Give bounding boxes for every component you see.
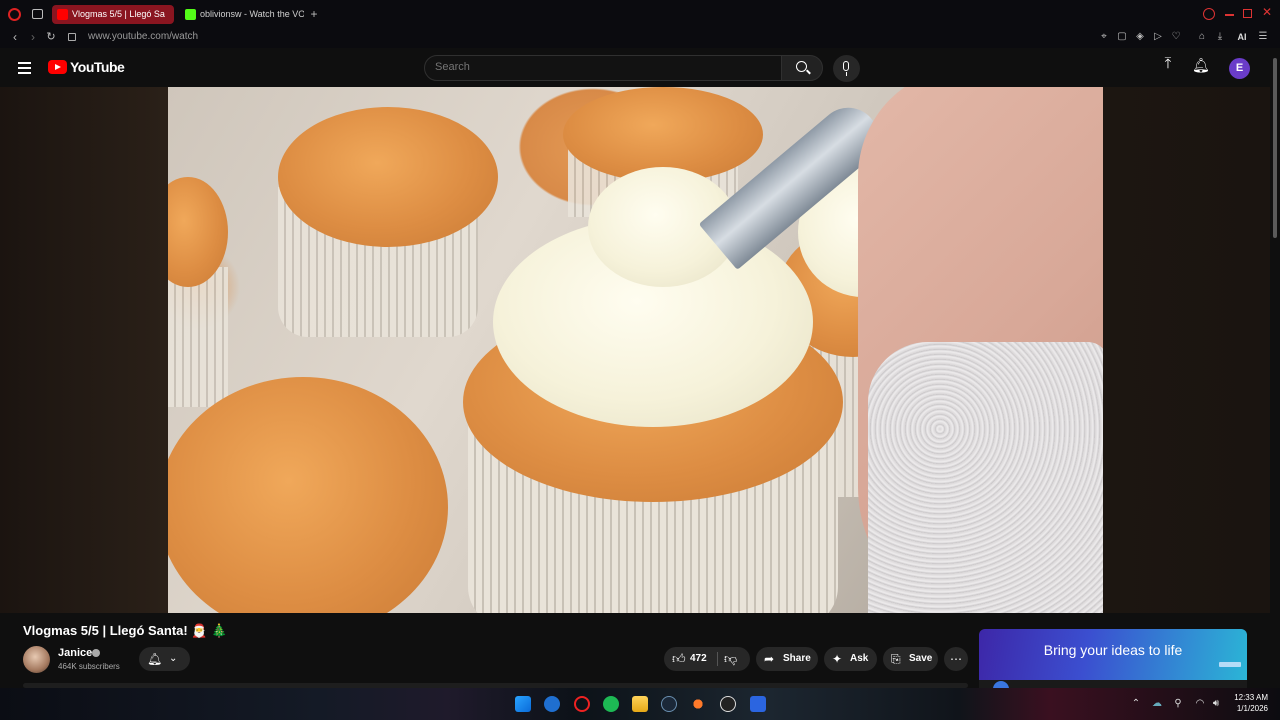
share-button[interactable]: ➦ Share [756,647,818,671]
browser-tab-strip: Vlogmas 5/5 | Llegó Sa oblivionsw - Watc… [0,0,1280,28]
subscriber-count: 464K subscribers [58,662,120,671]
kick-favicon-icon [185,9,196,20]
scrollbar-thumb[interactable] [1273,58,1277,238]
bell-icon: 🔔︎ [147,652,163,666]
tab-oblivionsw[interactable]: oblivionsw - Watch the VO [180,5,304,24]
ask-button[interactable]: ✦ Ask [824,647,877,671]
address-url[interactable]: www.youtube.com/watch [88,31,198,42]
tab-vlogmas-label: Vlogmas 5/5 | Llegó Sa [72,9,165,19]
like-button[interactable]: 👍︎ [672,647,686,671]
save-button[interactable]: ⎘ Save [883,647,938,671]
like-dislike-group: 👍︎ 472 👎︎ [664,647,750,671]
ad-text: Bring your ideas to life [1043,642,1183,658]
video-title: Vlogmas 5/5 | Llegó Santa! 🎅 🎄 [23,623,228,638]
wifi-icon[interactable]: ◠ [1194,698,1206,710]
shield-icon[interactable]: ◈ [1135,31,1145,43]
pin-icon[interactable]: ⌖ [1099,31,1109,43]
taskbar-clock-date[interactable]: 1/1/2026 [1226,704,1268,713]
maximize-icon[interactable] [1243,9,1252,18]
cupcake-top [168,377,448,613]
create-upload-icon[interactable]: ⤒ [1160,56,1176,71]
voice-search-button[interactable] [833,55,860,82]
steam-icon[interactable] [661,696,677,712]
back-icon[interactable]: ‹ [9,31,21,43]
player-icon[interactable]: ▷ [1153,31,1163,43]
taskbar-clock-time[interactable]: 12:33 AM [1226,693,1268,702]
bookmark-icon: ⎘ [891,652,901,666]
more-horizontal-icon: ⋯ [950,652,962,666]
opera-logo-icon[interactable] [8,8,21,21]
github-icon[interactable] [720,696,736,712]
cupcake-liner [168,267,228,407]
opera-taskbar-icon[interactable] [574,696,590,712]
account-avatar[interactable]: E [1229,58,1250,79]
download-icon[interactable]: ⤓ [1215,31,1225,43]
ask-label: Ask [850,653,869,664]
tray-cloud-icon[interactable]: ☁ [1151,698,1163,710]
page-scrollbar[interactable] [1270,48,1280,688]
notifications-subscribe-button[interactable]: 🔔︎ ⌄ [139,647,190,671]
dislike-button[interactable]: 👎︎ [724,647,737,671]
towel [868,342,1103,613]
share-icon: ➦ [764,652,775,666]
search-box[interactable] [424,55,782,81]
like-count[interactable]: 472 [690,647,707,671]
notifications-bell-icon[interactable]: 🔔︎ [1192,58,1210,72]
video-frame-cupcakes[interactable] [168,87,1103,613]
heart-icon[interactable]: ♡ [1171,31,1181,43]
forward-icon[interactable]: › [27,31,39,43]
app-orange-icon[interactable] [690,696,706,712]
sparkle-icon: ✦ [832,652,843,666]
search-tabs-icon[interactable] [1203,8,1215,20]
youtube-favicon-icon [57,9,68,20]
verified-badge-icon [92,649,100,657]
channel-avatar[interactable] [23,646,50,673]
tab-oblivionsw-label: oblivionsw - Watch the VO [200,9,304,19]
start-windows-icon[interactable] [515,696,531,712]
youtube-logo-text[interactable]: YouTube [70,59,125,75]
search-button[interactable] [781,55,823,81]
aria-ai-button[interactable]: AI [1233,31,1251,43]
ad-sponsored-tag [1219,662,1241,667]
lock-icon [68,33,76,41]
channel-name[interactable]: Janice [58,647,92,659]
outlook-icon[interactable] [544,696,560,712]
chevron-down-icon: ⌄ [169,653,178,664]
search-icon-handle [806,69,811,75]
youtube-header: YouTube ⤒ 🔔︎ E [0,48,1280,87]
tab-vlogmas[interactable]: Vlogmas 5/5 | Llegó Sa [52,5,174,24]
spotify-icon[interactable] [603,696,619,712]
tray-mic-icon[interactable]: ⚲ [1173,698,1183,710]
microphone-icon-stand [845,72,848,76]
reload-icon[interactable]: ↻ [45,31,57,43]
search-input[interactable] [435,61,765,73]
hamburger-menu-icon[interactable] [18,62,31,77]
volume-icon[interactable]: 🔊︎ [1210,698,1222,710]
wallet-icon[interactable]: ⌂ [1197,31,1207,43]
cupcake-top [278,107,498,247]
workspaces-icon[interactable] [32,9,43,19]
file-explorer-icon[interactable] [632,696,648,712]
youtube-logo-icon[interactable] [48,60,67,74]
windows-taskbar: ⌃ ☁ ⚲ ◠ 🔊︎ [0,688,1280,720]
browser-address-bar: ‹ › ↻ www.youtube.com/watch ⌖ ▢ ◈ ▷ ♡ ⌂ … [0,28,1280,48]
tray-chevron-up-icon[interactable]: ⌃ [1131,698,1141,710]
easy-setup-menu-icon[interactable]: ☰ [1258,31,1268,43]
more-actions-button[interactable]: ⋯ [944,647,968,671]
app-blue-icon[interactable] [750,696,766,712]
microphone-icon [843,61,849,71]
snapshot-icon[interactable]: ▢ [1117,31,1127,43]
video-player[interactable] [0,87,1270,613]
like-dislike-divider [717,652,718,666]
share-label: Share [783,653,811,664]
close-window-icon[interactable]: ✕ [1262,6,1272,18]
save-label: Save [909,653,933,664]
new-tab-icon[interactable]: + [308,8,320,20]
minimize-icon[interactable] [1225,14,1234,16]
